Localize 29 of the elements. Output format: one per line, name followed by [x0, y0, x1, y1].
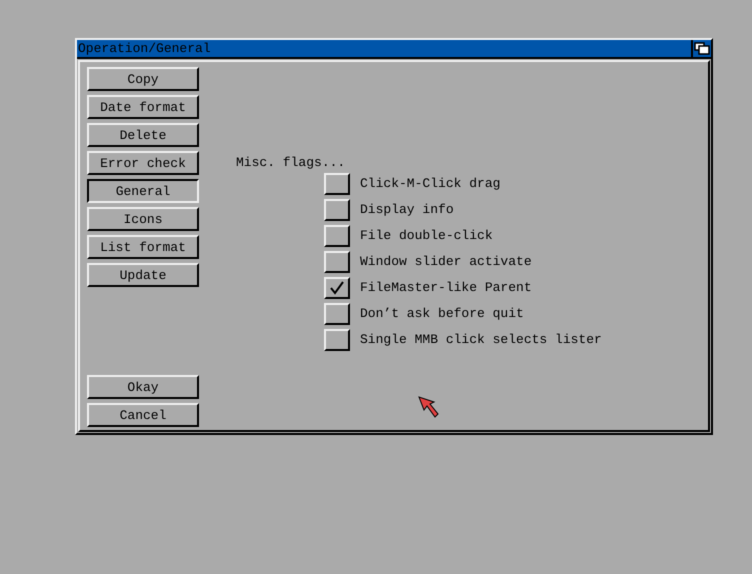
nav-button[interactable]: Icons	[87, 207, 199, 231]
checkbox[interactable]	[324, 277, 350, 299]
depth-gadget-icon[interactable]	[691, 40, 711, 57]
nav-button[interactable]: List format	[87, 235, 199, 259]
checkbox[interactable]	[324, 199, 350, 221]
pointer-icon	[418, 396, 440, 420]
checkbox-label: Don’t ask before quit	[360, 305, 524, 324]
nav-button[interactable]: Copy	[87, 67, 199, 91]
window-title: Operation/General	[77, 42, 211, 55]
nav-button[interactable]: Date format	[87, 95, 199, 119]
nav-button[interactable]: Error check	[87, 151, 199, 175]
checkbox-label: File double-click	[360, 227, 493, 246]
checkbox-label: Click-M-Click drag	[360, 175, 500, 194]
action-button[interactable]: Okay	[87, 375, 199, 399]
checkbox[interactable]	[324, 173, 350, 195]
checkbox[interactable]	[324, 329, 350, 351]
checkbox-label: Window slider activate	[360, 253, 532, 272]
nav-button[interactable]: General	[87, 179, 199, 203]
checkbox[interactable]	[324, 303, 350, 325]
nav-button[interactable]: Delete	[87, 123, 199, 147]
action-button[interactable]: Cancel	[87, 403, 199, 427]
checkbox[interactable]	[324, 251, 350, 273]
section-heading: Misc. flags...	[236, 155, 346, 171]
checkmark-icon	[329, 281, 345, 295]
checkbox-label: Display info	[360, 201, 454, 220]
checkbox-label: FileMaster-like Parent	[360, 279, 532, 298]
checkbox-label: Single MMB click selects lister	[360, 331, 602, 350]
nav-button[interactable]: Update	[87, 263, 199, 287]
checkbox[interactable]	[324, 225, 350, 247]
